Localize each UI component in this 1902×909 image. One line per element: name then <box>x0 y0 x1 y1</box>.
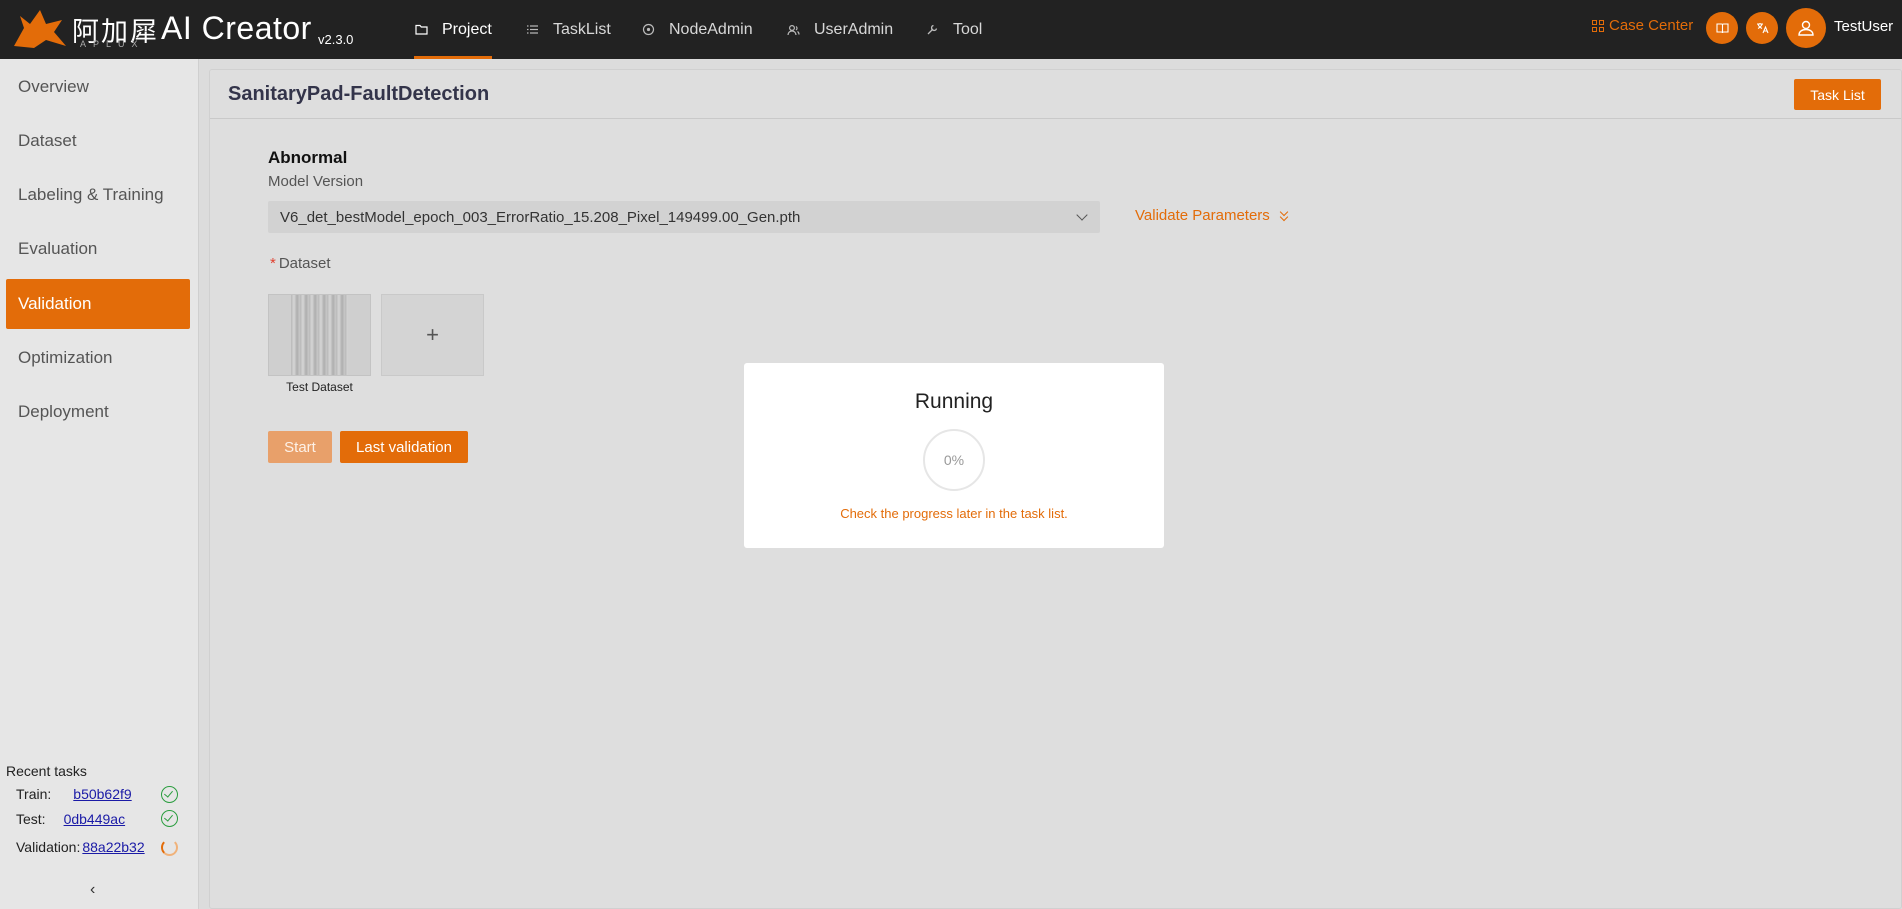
dataset-thumbnail-caption: Test Dataset <box>286 380 353 394</box>
sidebar-item-labeling-training[interactable]: Labeling & Training <box>6 170 190 220</box>
check-circle-icon <box>161 810 178 827</box>
sidebar-item-validation[interactable]: Validation <box>6 279 190 329</box>
docs-button[interactable] <box>1706 12 1738 44</box>
recent-tasks-title: Recent tasks <box>6 763 87 779</box>
sidebar-item-evaluation[interactable]: Evaluation <box>6 224 190 274</box>
dataset-thumbnail[interactable] <box>268 294 371 376</box>
dataset-label-row: * Dataset <box>270 255 331 272</box>
task-list-button[interactable]: Task List <box>1794 79 1881 110</box>
book-icon <box>1715 23 1729 34</box>
nav-useradmin-label: UserAdmin <box>814 20 894 38</box>
aplux-logo-icon <box>14 10 66 48</box>
sidebar-item-dataset[interactable]: Dataset <box>6 116 190 166</box>
recent-task-validation: Validation: 88a22b32 <box>16 839 145 855</box>
avatar[interactable] <box>1786 8 1826 48</box>
list-icon <box>525 23 539 37</box>
running-modal: Running 0% Check the progress later in t… <box>744 363 1164 548</box>
last-validation-button[interactable]: Last validation <box>340 431 468 463</box>
recent-test-link[interactable]: 0db449ac <box>64 811 126 827</box>
chevron-down-icon <box>1076 209 1088 221</box>
nav-useradmin[interactable]: UserAdmin <box>786 0 893 59</box>
model-version-value: V6_det_bestModel_epoch_003_ErrorRatio_15… <box>280 208 801 226</box>
sidebar: Overview Dataset Labeling & Training Eva… <box>0 59 199 909</box>
nav-nodeadmin-label: NodeAdmin <box>669 20 753 38</box>
brand-version: v2.3.0 <box>318 32 354 47</box>
start-button[interactable]: Start <box>268 431 332 463</box>
recent-test-label: Test: <box>16 811 46 827</box>
sidebar-item-deployment[interactable]: Deployment <box>6 387 190 437</box>
user-icon <box>1798 20 1814 36</box>
translate-icon <box>1756 23 1769 34</box>
model-version-select[interactable]: V6_det_bestModel_epoch_003_ErrorRatio_15… <box>268 201 1100 233</box>
panel-header: SanitaryPad-FaultDetection Task List <box>210 70 1901 119</box>
dataset-label: Dataset <box>278 255 331 272</box>
wrench-icon <box>925 23 939 37</box>
folder-icon <box>414 23 428 37</box>
progress-value: 0% <box>943 452 965 468</box>
validate-parameters-label: Validate Parameters <box>1135 207 1270 224</box>
double-chevron-down-icon <box>1279 207 1290 222</box>
sidebar-item-optimization[interactable]: Optimization <box>6 333 190 383</box>
nav-tasklist-label: TaskList <box>553 20 611 38</box>
brand-subtitle: APLUX <box>80 39 145 49</box>
recent-validation-link[interactable]: 88a22b32 <box>82 839 144 855</box>
sidebar-item-overview[interactable]: Overview <box>6 62 190 112</box>
section-title: Abnormal <box>268 148 348 167</box>
case-center-label: Case Center <box>1609 17 1694 34</box>
brand-title: AI Creator <box>161 10 312 46</box>
node-icon <box>641 23 655 37</box>
nav-nodeadmin[interactable]: NodeAdmin <box>641 0 753 59</box>
loading-spinner-icon <box>161 839 178 856</box>
recent-train-label: Train: <box>16 786 52 802</box>
modal-hint: Check the progress later in the task lis… <box>840 506 1068 521</box>
model-version-label: Model Version <box>268 173 364 190</box>
add-dataset-button[interactable]: + <box>381 294 484 376</box>
nav-tasklist[interactable]: TaskList <box>525 0 611 59</box>
recent-validation-label: Validation: <box>16 839 81 855</box>
recent-task-train: Train: b50b62f9 <box>16 786 132 802</box>
nav-project-label: Project <box>442 20 492 38</box>
validate-parameters-toggle[interactable]: Validate Parameters <box>1135 207 1290 224</box>
collapse-sidebar-icon[interactable]: ‹ <box>90 881 95 899</box>
check-circle-icon <box>161 786 178 803</box>
dataset-preview-image <box>291 295 348 375</box>
modal-title: Running <box>914 390 994 413</box>
recent-train-link[interactable]: b50b62f9 <box>73 786 131 802</box>
recent-task-test: Test: 0db449ac <box>16 811 125 827</box>
grid-icon <box>1592 19 1604 32</box>
nav-project[interactable]: Project <box>414 0 492 59</box>
progress-ring: 0% <box>923 429 985 491</box>
users-icon <box>786 23 800 37</box>
nav-tool[interactable]: Tool <box>925 0 982 59</box>
case-center-link[interactable]: Case Center <box>1592 17 1693 34</box>
page-title: SanitaryPad-FaultDetection <box>228 83 490 105</box>
plus-icon: + <box>426 322 439 347</box>
username[interactable]: TestUser <box>1834 18 1893 35</box>
top-navbar: 阿加犀 APLUX AI Creator v2.3.0 Project Task… <box>0 0 1902 59</box>
language-button[interactable] <box>1746 12 1778 44</box>
required-marker: * <box>270 255 276 272</box>
nav-tool-label: Tool <box>953 20 983 38</box>
